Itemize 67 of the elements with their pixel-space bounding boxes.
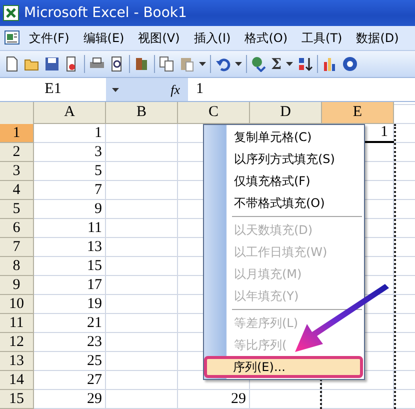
row-header[interactable]: 4 <box>0 181 34 200</box>
row-header[interactable]: 13 <box>0 352 34 371</box>
window-title: Microsoft Excel - Book1 <box>24 5 187 21</box>
menu-option[interactable]: 以序列方式填充(S) <box>205 148 363 170</box>
table-cell-text: 29 <box>230 390 247 409</box>
menu-option[interactable]: 仅填充格式(F) <box>205 170 363 192</box>
menu-option[interactable]: 不带格式填充(O) <box>205 192 363 214</box>
chart-icon[interactable] <box>322 56 338 72</box>
menu-item[interactable]: 视图(V) <box>131 30 187 46</box>
table-cell-text: 29 <box>86 390 103 409</box>
column-header[interactable]: B <box>106 102 178 124</box>
copy-icon[interactable] <box>159 56 175 72</box>
insert-function-button[interactable]: fx <box>170 82 180 98</box>
autosum-button[interactable]: Σ <box>271 55 282 73</box>
spreadsheet-logo-icon <box>3 5 19 21</box>
menu-item[interactable]: 文件(F) <box>22 30 76 46</box>
table-cell-text: 1 <box>94 124 103 143</box>
table-cell-text: 9 <box>94 200 103 219</box>
formula-field[interactable]: 1 <box>188 78 415 101</box>
row-header[interactable]: 3 <box>0 162 34 181</box>
column-header[interactable]: D <box>250 102 322 124</box>
column-header[interactable]: C <box>178 102 250 124</box>
row-header[interactable]: 2 <box>0 143 34 162</box>
table-cell-text: 21 <box>86 314 103 333</box>
menu-item[interactable]: 编辑(E) <box>76 30 132 46</box>
row-header[interactable]: 7 <box>0 238 34 257</box>
row-header[interactable]: 10 <box>0 295 34 314</box>
name-box[interactable]: E1 <box>0 78 106 101</box>
row-header[interactable]: 1 <box>0 124 34 143</box>
menu-option[interactable]: 序列(E)... <box>204 356 363 378</box>
menu-item[interactable]: 工具(T) <box>294 30 350 46</box>
new-file-icon[interactable] <box>4 56 20 72</box>
undo-icon[interactable] <box>215 56 231 72</box>
caret-icon[interactable] <box>235 62 242 66</box>
save-icon[interactable] <box>44 56 60 72</box>
caret-icon[interactable] <box>199 62 206 66</box>
caret-icon[interactable] <box>286 62 293 66</box>
column-header[interactable]: A <box>34 102 106 124</box>
table-cell-text: 5 <box>94 162 103 181</box>
sort-icon[interactable] <box>296 56 313 72</box>
row-header[interactable]: 14 <box>0 371 34 390</box>
row-header[interactable]: 9 <box>0 276 34 295</box>
row-header[interactable]: 5 <box>0 200 34 219</box>
row-header[interactable]: 8 <box>0 257 34 276</box>
row-header[interactable]: 12 <box>0 333 34 352</box>
hyperlink-icon[interactable] <box>251 56 267 72</box>
table-cell-text: 23 <box>86 333 103 352</box>
table-cell-text: 11 <box>86 219 103 238</box>
caret-icon[interactable] <box>112 88 119 92</box>
table-cell-text: 13 <box>86 238 103 257</box>
table-cell-text: 17 <box>86 276 103 295</box>
table-cell-text: 19 <box>86 295 103 314</box>
research-icon[interactable] <box>134 56 150 72</box>
workbook-icon[interactable] <box>4 30 22 46</box>
row-header[interactable]: 11 <box>0 314 34 333</box>
table-cell-text: 15 <box>86 257 103 276</box>
column-header[interactable]: E <box>322 102 394 124</box>
table-cell-text: 3 <box>94 143 103 162</box>
row-header[interactable]: 15 <box>0 390 34 409</box>
table-cell-text: 7 <box>94 181 103 200</box>
menu-item[interactable]: 插入(I) <box>186 30 238 46</box>
table-cell-text: 27 <box>86 371 103 390</box>
menu-item[interactable]: 格式(O) <box>238 30 295 46</box>
row-header[interactable]: 6 <box>0 219 34 238</box>
menu-item[interactable]: 数据(D) <box>349 30 406 46</box>
table-cell-text: 25 <box>86 352 103 371</box>
help-icon[interactable] <box>342 56 358 72</box>
